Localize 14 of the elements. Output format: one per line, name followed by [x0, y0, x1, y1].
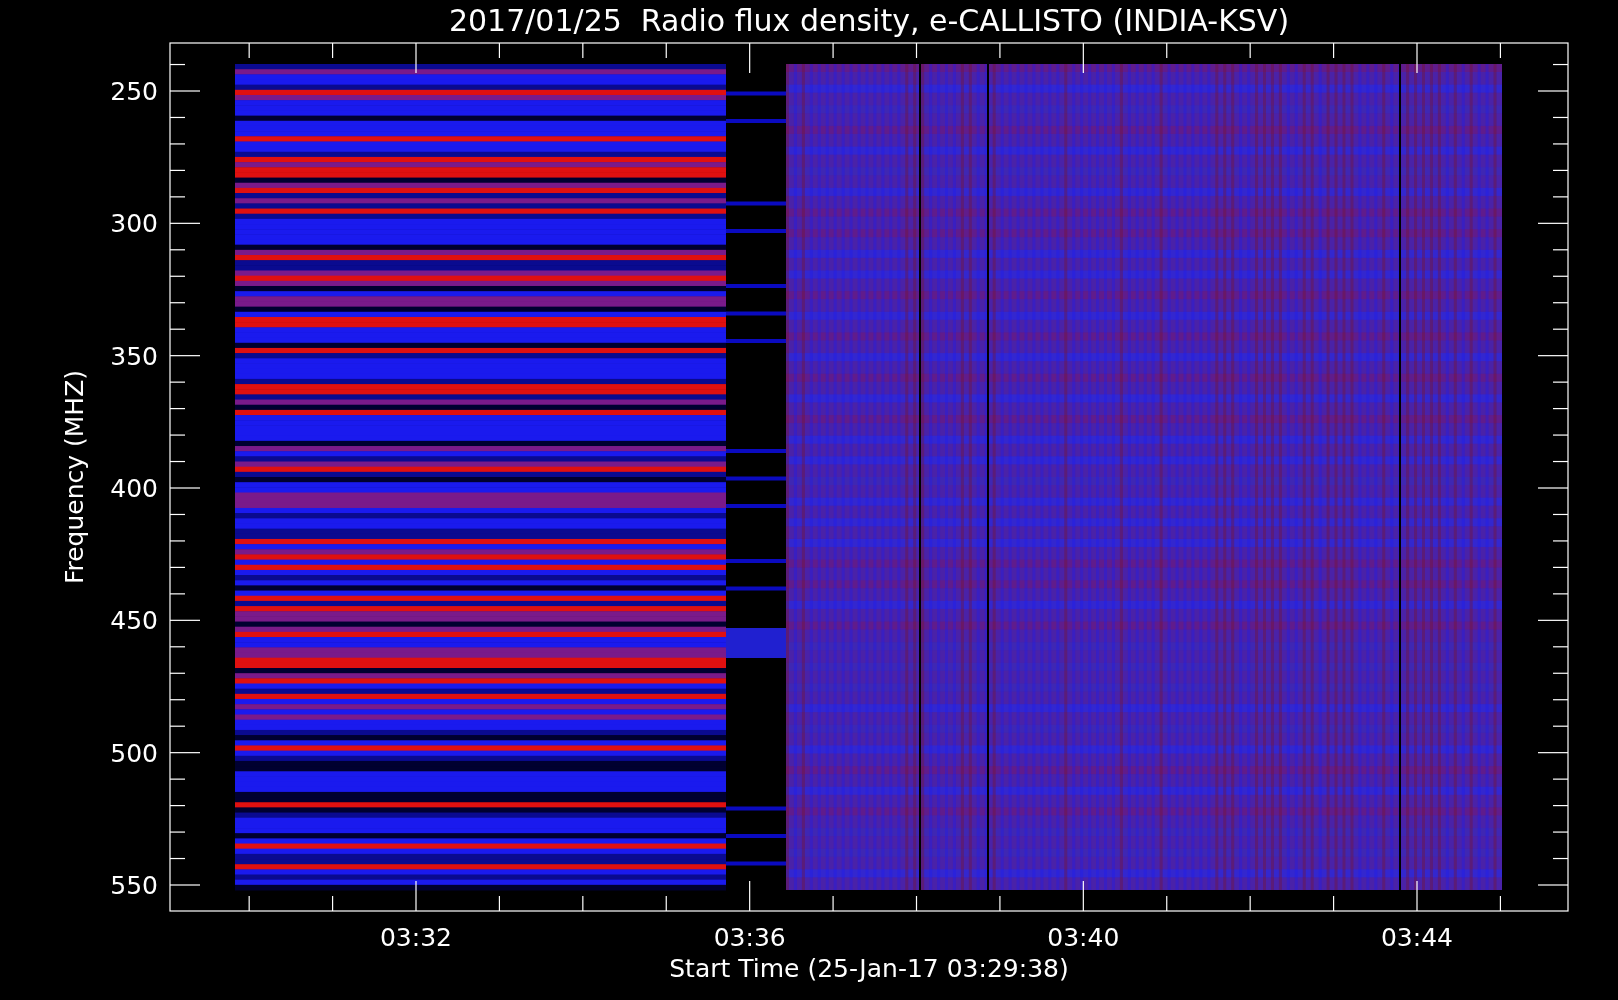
y-tick-label: 450	[110, 606, 158, 636]
x-tick-label: 03:36	[713, 923, 786, 952]
x-tick-label: 03:40	[1047, 923, 1120, 952]
x-tick-label: 03:32	[380, 923, 452, 952]
y-tick-label: 250	[110, 77, 158, 106]
y-tick-label: 550	[110, 871, 158, 900]
y-tick-label: 350	[110, 341, 158, 371]
y-axis-label: Frequency (MHZ)	[60, 369, 89, 585]
y-tick-label: 400	[110, 474, 158, 503]
x-tick-label: 03:44	[1381, 923, 1453, 952]
x-axis-label: Start Time (25-Jan-17 03:29:38)	[669, 954, 1069, 983]
chart-title: 2017/01/25 Radio flux density, e-CALLISTO (INDIA-KSV)	[448, 3, 1290, 38]
y-tick-label: 300	[110, 209, 158, 239]
y-tick-label: 500	[110, 738, 158, 768]
